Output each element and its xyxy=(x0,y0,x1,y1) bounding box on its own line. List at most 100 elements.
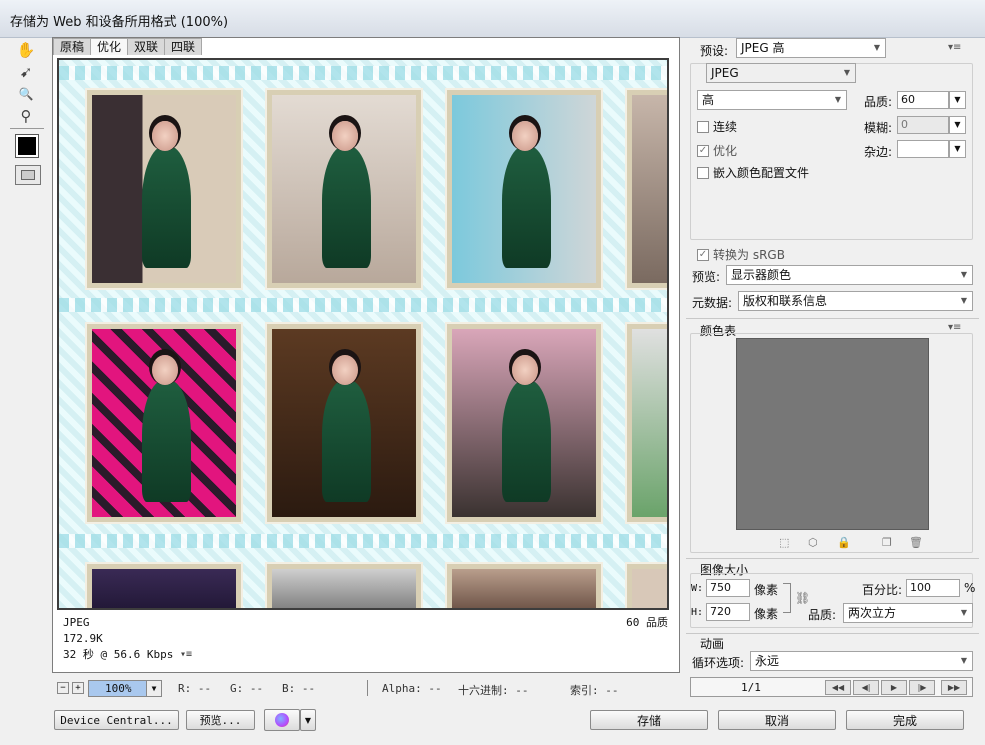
photo-thumbnail xyxy=(627,90,667,288)
cancel-button[interactable]: 取消 xyxy=(718,710,836,730)
done-button[interactable]: 完成 xyxy=(846,710,964,730)
color-table-swatches[interactable] xyxy=(736,338,929,530)
color-table-menu-icon[interactable]: ▾≡ xyxy=(948,322,961,333)
chevron-down-icon: ▼ xyxy=(843,68,851,77)
embed-profile-checkbox[interactable]: 嵌入颜色配置文件 xyxy=(697,164,809,181)
preset-select[interactable]: JPEG 高 ▼ xyxy=(736,38,886,58)
map-transparent-icon[interactable]: ⬚ xyxy=(779,536,789,549)
height-field[interactable]: 720 xyxy=(706,603,750,621)
loop-value: 永远 xyxy=(755,654,780,668)
preview-profile-select[interactable]: 显示器颜色 ▼ xyxy=(726,265,973,285)
blur-slider-button[interactable]: ▼ xyxy=(949,116,966,134)
animation-title: 动画 xyxy=(700,637,725,651)
percent-field[interactable]: 100 xyxy=(906,579,960,597)
photo-thumbnail xyxy=(447,324,601,522)
preset-label: 预设: xyxy=(700,44,729,58)
photo-thumbnail xyxy=(87,564,241,608)
status-bar: − + 100% ▼ R: -- G: -- B: -- Alpha: -- 十… xyxy=(52,679,680,699)
tab-optimized[interactable]: 优化 xyxy=(90,38,129,55)
readout-b: B: -- xyxy=(282,682,316,695)
image-canvas[interactable] xyxy=(57,58,669,610)
browser-select-button[interactable]: ▼ xyxy=(300,709,316,731)
lock-icon[interactable]: 🔒 xyxy=(837,536,851,549)
convert-srgb-checkbox[interactable]: ✓ 转换为 sRGB xyxy=(697,246,785,263)
photo-thumbnail xyxy=(87,90,241,288)
blur-field[interactable]: 0 xyxy=(897,116,949,134)
quality-field[interactable]: 60 xyxy=(897,91,949,109)
optimized-label: 优化 xyxy=(713,144,738,158)
link-icon[interactable]: ⛓ xyxy=(795,591,810,605)
photo-thumbnail xyxy=(267,324,421,522)
trash-icon[interactable]: 🗑 xyxy=(909,536,923,549)
readout-g: G: -- xyxy=(230,682,264,695)
compression-select[interactable]: 高 ▼ xyxy=(697,90,847,110)
photo-thumbnail xyxy=(447,90,601,288)
preview-button[interactable]: 预览... xyxy=(186,710,255,730)
matte-select-button[interactable]: ▼ xyxy=(949,140,966,158)
zoom-tool-icon[interactable]: 🔍 xyxy=(12,83,40,105)
width-field[interactable]: 750 xyxy=(706,579,750,597)
quality-slider-button[interactable]: ▼ xyxy=(949,91,966,109)
readout-r: R: -- xyxy=(178,682,212,695)
tab-2-up[interactable]: 双联 xyxy=(127,38,166,55)
zoom-select[interactable]: 100% ▼ xyxy=(88,680,162,697)
zoom-in-button[interactable]: + xyxy=(72,682,84,694)
metadata-select[interactable]: 版权和联系信息 ▼ xyxy=(738,291,973,311)
window-title: 存储为 Web 和设备所用格式 (100%) xyxy=(10,15,229,30)
first-frame-button[interactable]: ◀◀ xyxy=(825,680,851,695)
save-button[interactable]: 存储 xyxy=(590,710,708,730)
format-value: JPEG xyxy=(711,66,739,80)
matte-color-field[interactable] xyxy=(897,140,949,158)
lace-border-bottom xyxy=(59,534,667,548)
readout-hex: 十六进制: -- xyxy=(458,684,529,697)
optimized-checkbox[interactable]: ✓ 优化 xyxy=(697,142,737,159)
progressive-checkbox[interactable]: 连续 xyxy=(697,118,737,135)
device-central-button[interactable]: Device Central... xyxy=(54,710,179,730)
next-frame-button[interactable]: |▶ xyxy=(909,680,935,695)
progressive-label: 连续 xyxy=(713,120,738,134)
format-select[interactable]: JPEG ▼ xyxy=(706,63,856,83)
chevron-down-icon: ▼ xyxy=(960,656,968,665)
web-shift-icon[interactable]: ⬡ xyxy=(808,536,818,549)
settings-menu-icon[interactable]: ▾≡ xyxy=(948,42,961,53)
browser-preview-button[interactable] xyxy=(264,709,300,731)
loop-select[interactable]: 永远 ▼ xyxy=(750,651,973,671)
photo-thumbnail xyxy=(87,324,241,522)
play-button[interactable]: ▶ xyxy=(881,680,907,695)
view-tabs: 原稿 优化 双联 四联 xyxy=(53,38,203,55)
last-frame-button[interactable]: ▶▶ xyxy=(941,680,967,695)
constrain-bracket xyxy=(783,583,791,613)
tab-original[interactable]: 原稿 xyxy=(53,38,92,55)
photo-thumbnail xyxy=(627,564,667,608)
loop-label: 循环选项: xyxy=(692,656,745,670)
percent-unit: % xyxy=(964,581,976,595)
blur-label: 模糊: xyxy=(864,121,893,135)
photo-thumbnail xyxy=(267,90,421,288)
chevron-down-icon: ▼ xyxy=(960,270,968,279)
eyedropper-tool-icon[interactable]: ⚲ xyxy=(12,105,40,127)
zoom-value: 100% xyxy=(105,682,132,695)
tab-4-up[interactable]: 四联 xyxy=(164,38,203,55)
previous-frame-button[interactable]: ◀| xyxy=(853,680,879,695)
preview-profile-label: 预览: xyxy=(692,270,721,284)
height-label: H: xyxy=(691,607,704,618)
chevron-down-icon: ▼ xyxy=(146,681,161,696)
zoom-out-button[interactable]: − xyxy=(57,682,69,694)
resample-quality-label: 品质: xyxy=(808,608,837,622)
slice-select-tool-icon[interactable]: ➹ xyxy=(12,61,40,83)
eyedropper-color-swatch[interactable] xyxy=(15,134,39,158)
lace-border-middle xyxy=(59,298,667,312)
hand-tool-icon[interactable]: ✋ xyxy=(12,39,40,61)
matte-label: 杂边: xyxy=(864,145,893,159)
slices-icon xyxy=(21,170,35,180)
compression-value: 高 xyxy=(702,93,715,107)
toggle-slices-visibility-button[interactable] xyxy=(15,165,41,185)
divider xyxy=(686,558,979,559)
embed-profile-label: 嵌入颜色配置文件 xyxy=(713,166,810,180)
photo-thumbnail xyxy=(447,564,601,608)
resample-quality-value: 两次立方 xyxy=(848,606,897,620)
new-color-icon[interactable]: ❐ xyxy=(882,536,892,549)
resample-quality-select[interactable]: 两次立方 ▼ xyxy=(843,603,973,623)
info-menu-icon[interactable]: ▾≡ xyxy=(180,647,192,663)
frame-counter: 1/1 xyxy=(741,681,761,694)
